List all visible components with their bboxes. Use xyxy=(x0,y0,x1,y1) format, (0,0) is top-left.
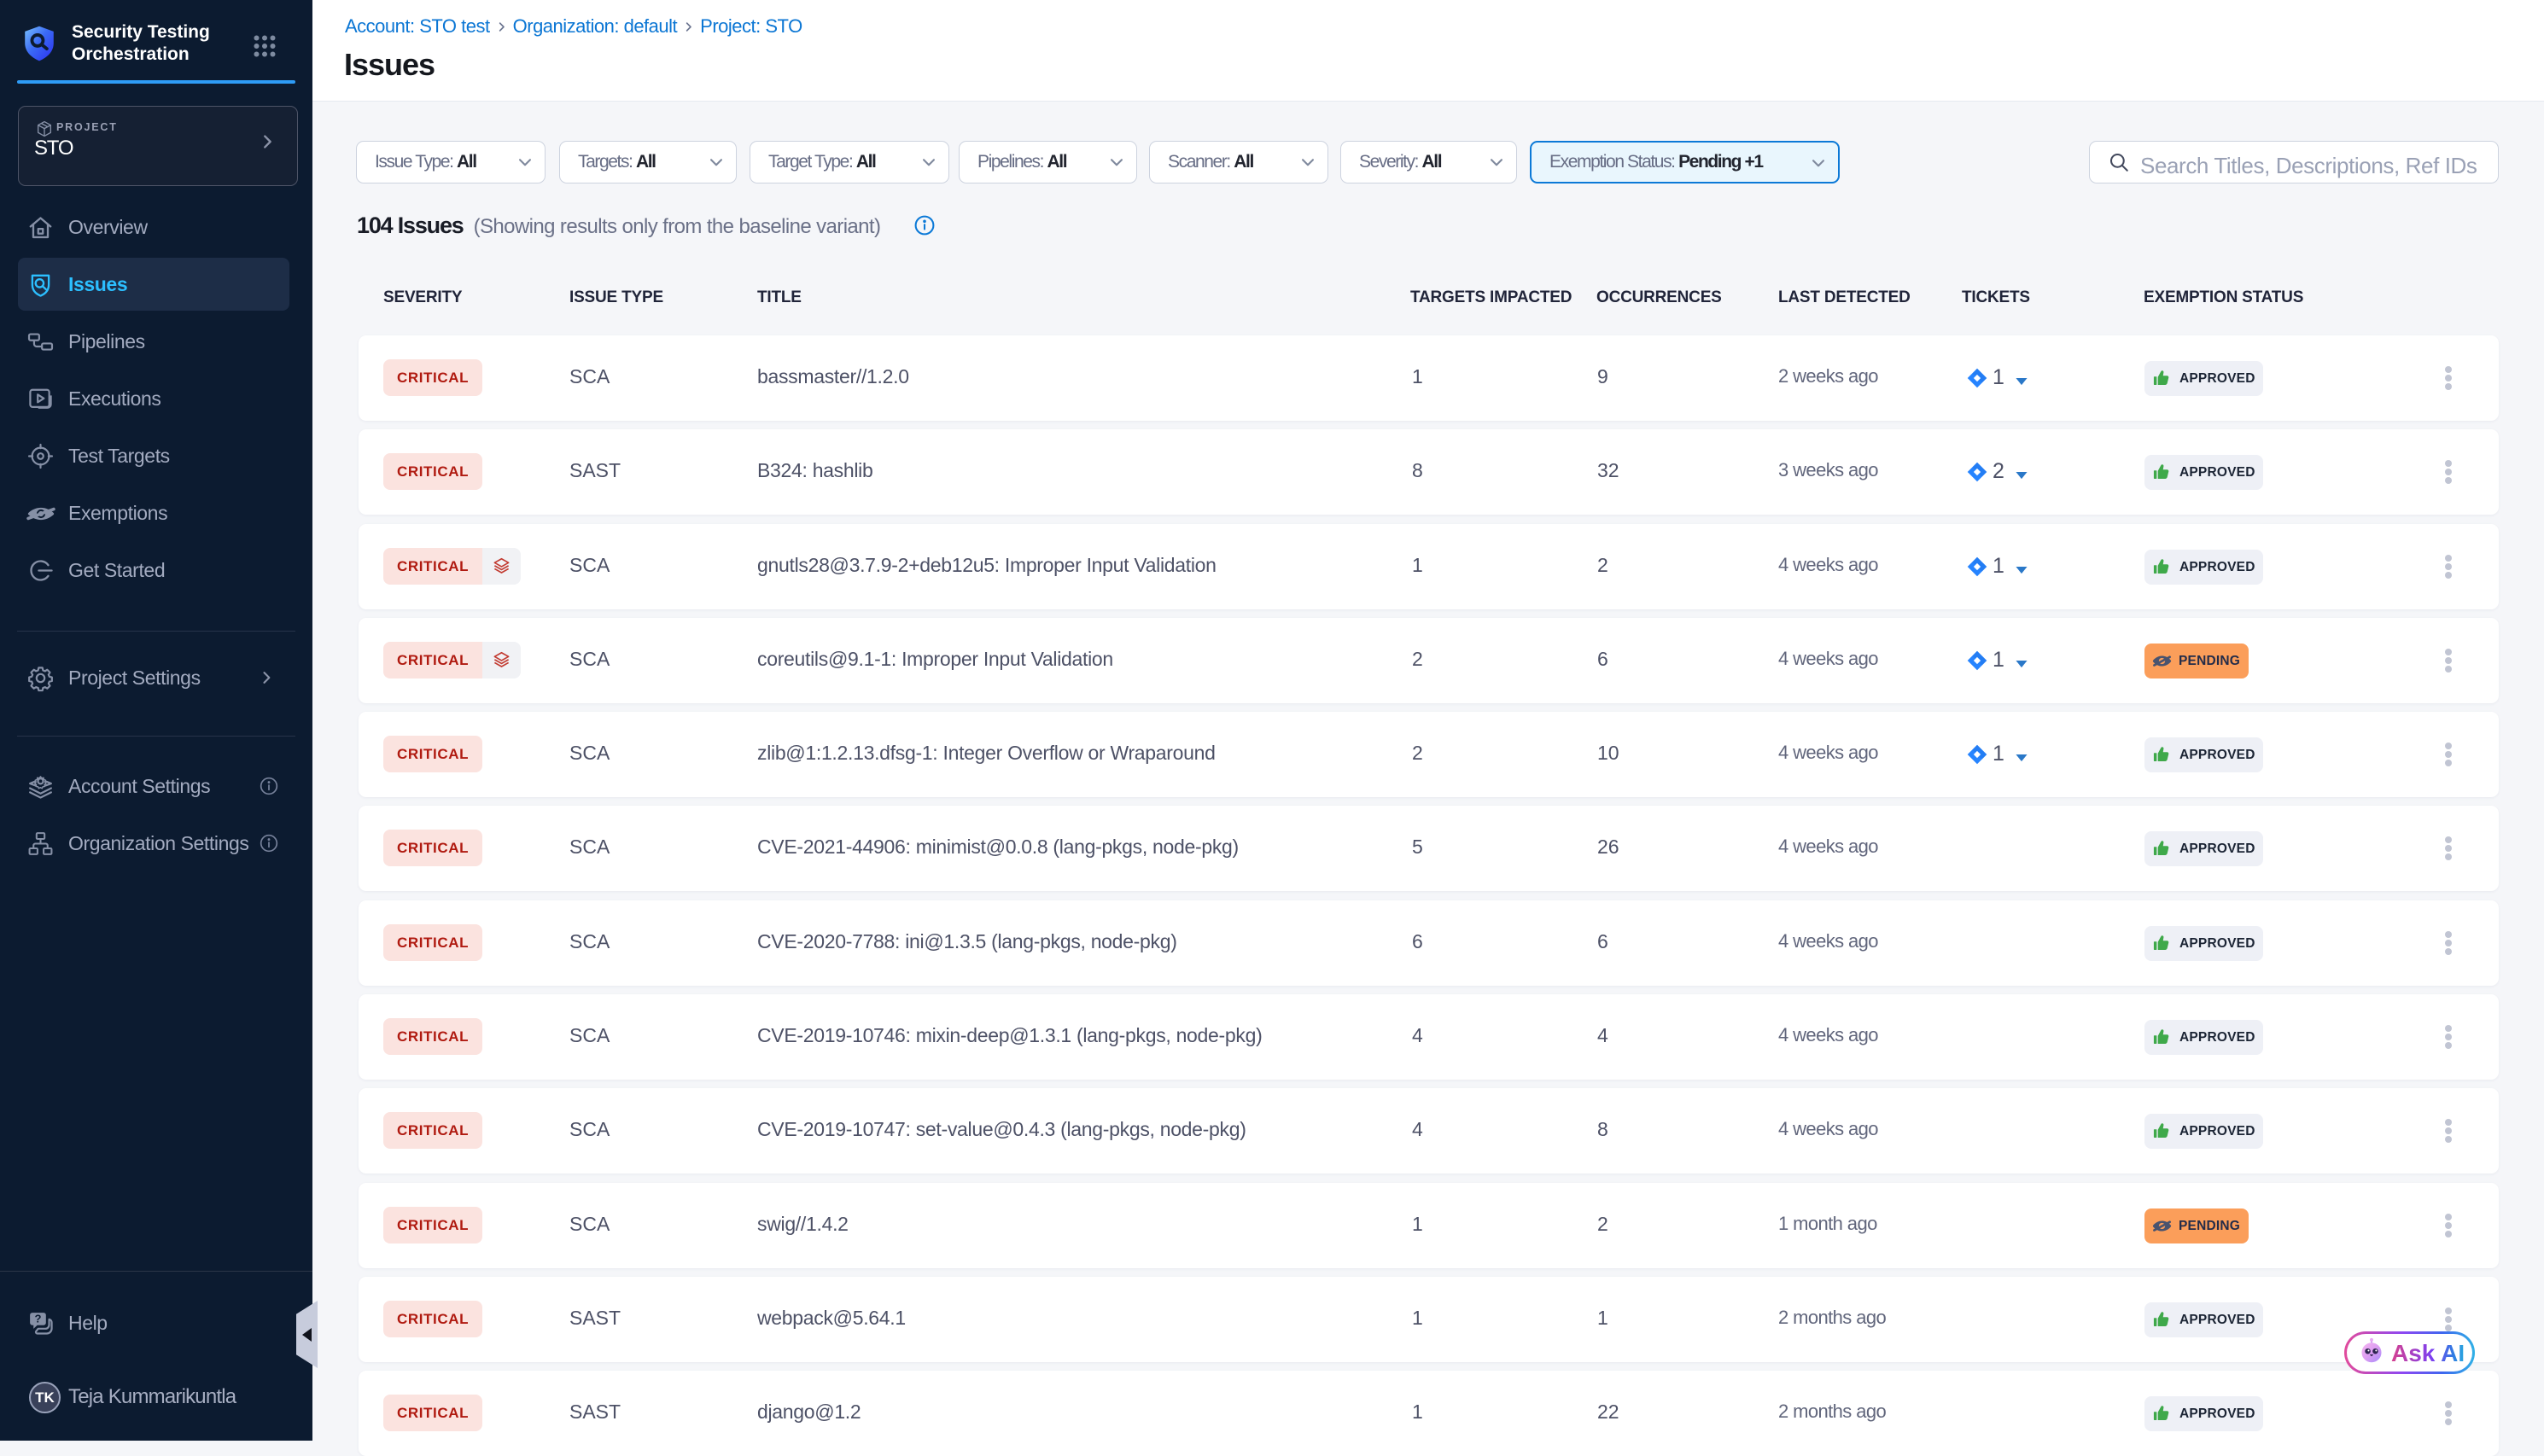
svg-text:?: ? xyxy=(34,1312,41,1325)
